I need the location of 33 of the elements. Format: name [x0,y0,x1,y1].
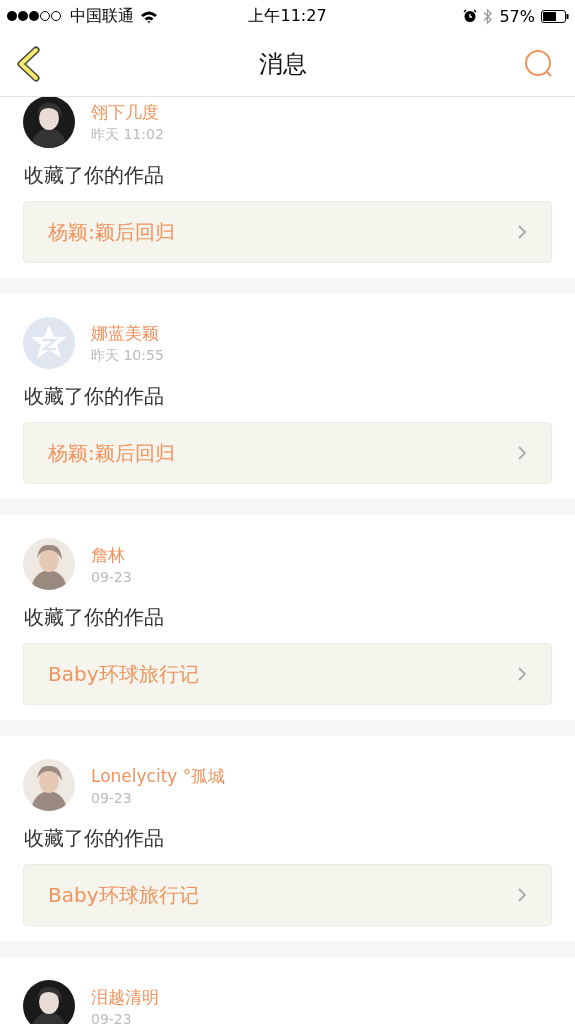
chevron-icon [517,666,527,682]
clock-time: 上午11:27 [248,5,327,27]
signal-icon [6,10,64,22]
message-text: 收藏了你的作品 [24,162,165,189]
user-name[interactable]: 娜蓝美颖 [91,321,164,345]
bluetooth-icon [483,7,494,25]
message-text: 收藏了你的作品 [24,825,165,852]
message-text: 收藏了你的作品 [24,383,165,410]
work-link[interactable]: 杨颖:颖后回归 [23,201,552,263]
message-time: 09-23 [91,1010,133,1024]
battery-icon [541,9,569,23]
page-title: 消息 [258,49,307,80]
work-link[interactable]: 杨颖:颖后回归 [23,422,552,484]
chevron-icon [517,224,527,240]
alarm-icon [463,9,478,23]
work-link[interactable]: Baby环球旅行记 [23,864,552,926]
wifi-icon [140,9,158,23]
message-time: 09-23 [91,789,133,806]
back-icon[interactable] [14,46,42,82]
message-time: 昨天 10:55 [91,346,164,365]
message-time: 09-23 [91,568,132,585]
user-name[interactable]: 翎下几度 [91,100,164,124]
battery-percent: 57% [499,6,535,26]
message-text: 收藏了你的作品 [24,604,165,631]
user-name[interactable]: 詹林 [91,543,132,567]
user-name[interactable]: 泪越清明 [91,985,159,1009]
user-name[interactable]: Lonelycity °孤城 [91,764,226,788]
work-link[interactable]: Baby环球旅行记 [23,643,552,705]
message-time: 昨天 11:02 [91,125,164,144]
chevron-icon [517,887,527,903]
chevron-icon [517,445,527,461]
carrier-name: 中国联通 [70,5,134,27]
default-avatar-icon [23,317,75,369]
